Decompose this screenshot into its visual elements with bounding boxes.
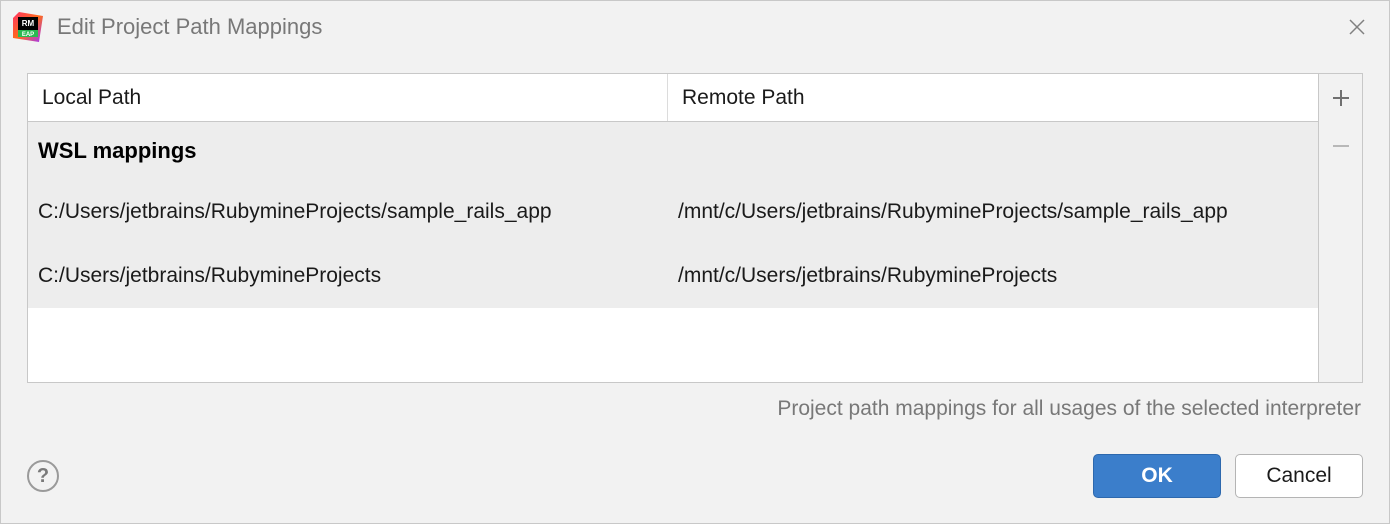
- svg-text:EAP: EAP: [22, 32, 34, 38]
- dialog-footer: ? OK Cancel: [1, 451, 1389, 523]
- hint-text: Project path mappings for all usages of …: [27, 383, 1363, 421]
- close-icon[interactable]: [1343, 13, 1371, 41]
- column-remote-path[interactable]: Remote Path: [668, 74, 1318, 121]
- table-toolbar: [1318, 74, 1362, 382]
- add-mapping-button[interactable]: [1319, 74, 1363, 122]
- cell-remote-path[interactable]: /mnt/c/Users/jetbrains/RubymineProjects/…: [668, 200, 1318, 224]
- cancel-button[interactable]: Cancel: [1235, 454, 1363, 498]
- column-local-path[interactable]: Local Path: [28, 74, 668, 121]
- table-row[interactable]: C:/Users/jetbrains/RubymineProjects /mnt…: [28, 244, 1318, 308]
- grid-header: Local Path Remote Path: [28, 74, 1318, 122]
- mappings-table-area: Local Path Remote Path WSL mappings C:/U…: [27, 73, 1363, 383]
- cell-local-path[interactable]: C:/Users/jetbrains/RubymineProjects/samp…: [28, 200, 668, 224]
- help-icon: ?: [37, 465, 49, 488]
- help-button[interactable]: ?: [27, 460, 59, 492]
- titlebar: RM EAP Edit Project Path Mappings: [1, 1, 1389, 53]
- table-row[interactable]: C:/Users/jetbrains/RubymineProjects/samp…: [28, 180, 1318, 244]
- mappings-grid: Local Path Remote Path WSL mappings C:/U…: [28, 74, 1318, 382]
- svg-text:RM: RM: [22, 19, 35, 28]
- cell-local-path[interactable]: C:/Users/jetbrains/RubymineProjects: [28, 264, 668, 288]
- section-label: WSL mappings: [38, 138, 197, 164]
- dialog-title: Edit Project Path Mappings: [57, 14, 1343, 40]
- section-wsl-mappings: WSL mappings: [28, 122, 1318, 180]
- rubymine-eap-icon: RM EAP: [13, 12, 43, 42]
- edit-path-mappings-dialog: RM EAP Edit Project Path Mappings Local …: [0, 0, 1390, 524]
- remove-mapping-button[interactable]: [1319, 122, 1363, 170]
- cell-remote-path[interactable]: /mnt/c/Users/jetbrains/RubymineProjects: [668, 264, 1318, 288]
- grid-empty-area[interactable]: [28, 308, 1318, 382]
- ok-button[interactable]: OK: [1093, 454, 1221, 498]
- dialog-content: Local Path Remote Path WSL mappings C:/U…: [1, 53, 1389, 451]
